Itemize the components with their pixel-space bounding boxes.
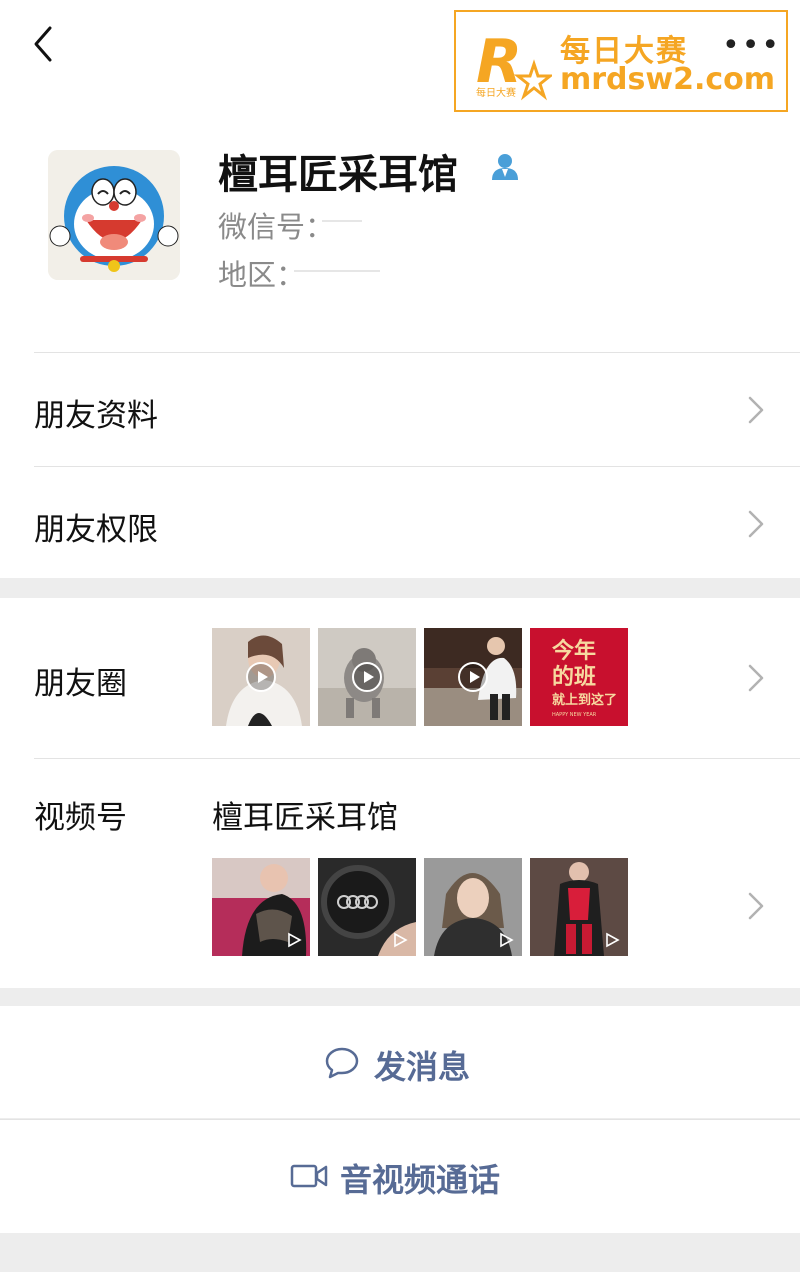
wechat-id-redacted xyxy=(322,220,362,222)
play-icon xyxy=(606,932,620,948)
watermark-logo: R 每日大赛 xyxy=(476,27,552,101)
svg-text:今年: 今年 xyxy=(552,638,596,664)
channel-thumb-3[interactable] xyxy=(424,858,522,956)
play-icon xyxy=(500,932,514,948)
avatar[interactable] xyxy=(48,150,180,280)
region-label: 地区： xyxy=(218,258,306,292)
play-icon xyxy=(394,932,408,948)
more-button[interactable]: ••• xyxy=(722,28,781,63)
channel-thumb-1[interactable] xyxy=(212,858,310,956)
play-icon xyxy=(352,662,382,692)
divider xyxy=(0,1119,800,1120)
divider xyxy=(34,758,800,759)
svg-text:的班: 的班 xyxy=(552,664,596,690)
moments-row[interactable]: 朋友圈 今年 的班 就上到这了 HAPPY NEW YEAR xyxy=(0,598,800,758)
contact-person-icon xyxy=(492,154,518,180)
svg-text:HAPPY NEW YEAR: HAPPY NEW YEAR xyxy=(552,712,597,718)
friend-permissions-row[interactable]: 朋友权限 xyxy=(0,466,800,578)
svg-text:R: R xyxy=(476,27,522,97)
profile-card: 檀耳匠采耳馆 微信号： 地区： xyxy=(0,120,800,352)
play-icon xyxy=(246,662,276,692)
chevron-right-icon xyxy=(748,892,764,920)
top-bar: R 每日大赛 每日大赛 mrdsw2.com ••• xyxy=(0,0,800,120)
channel-thumb-4[interactable] xyxy=(530,858,628,956)
divider xyxy=(34,466,800,467)
back-button[interactable] xyxy=(28,22,68,66)
divider xyxy=(34,352,800,353)
chevron-left-icon xyxy=(34,26,52,62)
channels-account-name: 檀耳匠采耳馆 xyxy=(212,800,398,836)
svg-text:每日大赛: 每日大赛 xyxy=(476,86,516,99)
chat-bubble-icon xyxy=(325,1047,359,1079)
channels-label: 视频号 xyxy=(34,800,127,836)
contact-name: 檀耳匠采耳馆 xyxy=(218,152,458,198)
svg-text:就上到这了: 就上到这了 xyxy=(552,692,617,708)
friend-profile-row[interactable]: 朋友资料 xyxy=(0,352,800,466)
moments-thumb-3[interactable] xyxy=(424,628,522,726)
play-icon xyxy=(288,932,302,948)
region-redacted xyxy=(294,270,380,272)
chevron-right-icon xyxy=(748,510,764,538)
wechat-id-label: 微信号： xyxy=(218,210,335,244)
friend-permissions-label: 朋友权限 xyxy=(34,512,158,548)
channel-thumb-2[interactable] xyxy=(318,858,416,956)
moments-thumb-4[interactable]: 今年 的班 就上到这了 HAPPY NEW YEAR xyxy=(530,628,628,726)
chevron-right-icon xyxy=(748,396,764,424)
doraemon-avatar-image xyxy=(48,150,180,280)
friend-profile-label: 朋友资料 xyxy=(34,398,158,434)
channels-row[interactable]: 视频号 檀耳匠采耳馆 xyxy=(0,758,800,988)
send-message-button[interactable]: 发消息 xyxy=(0,1006,800,1118)
video-camera-icon xyxy=(290,1164,328,1188)
moments-thumb-2[interactable] xyxy=(318,628,416,726)
moments-thumb-1[interactable] xyxy=(212,628,310,726)
video-call-button[interactable]: 音视频通话 xyxy=(0,1119,800,1233)
send-message-label: 发消息 xyxy=(374,1048,471,1086)
video-call-label: 音视频通话 xyxy=(340,1161,501,1199)
moments-label: 朋友圈 xyxy=(34,666,127,702)
moments-poster: 今年 的班 就上到这了 HAPPY NEW YEAR xyxy=(530,628,628,726)
play-icon xyxy=(458,662,488,692)
chevron-right-icon xyxy=(748,664,764,692)
watermark-url: mrdsw2.com xyxy=(560,62,776,97)
